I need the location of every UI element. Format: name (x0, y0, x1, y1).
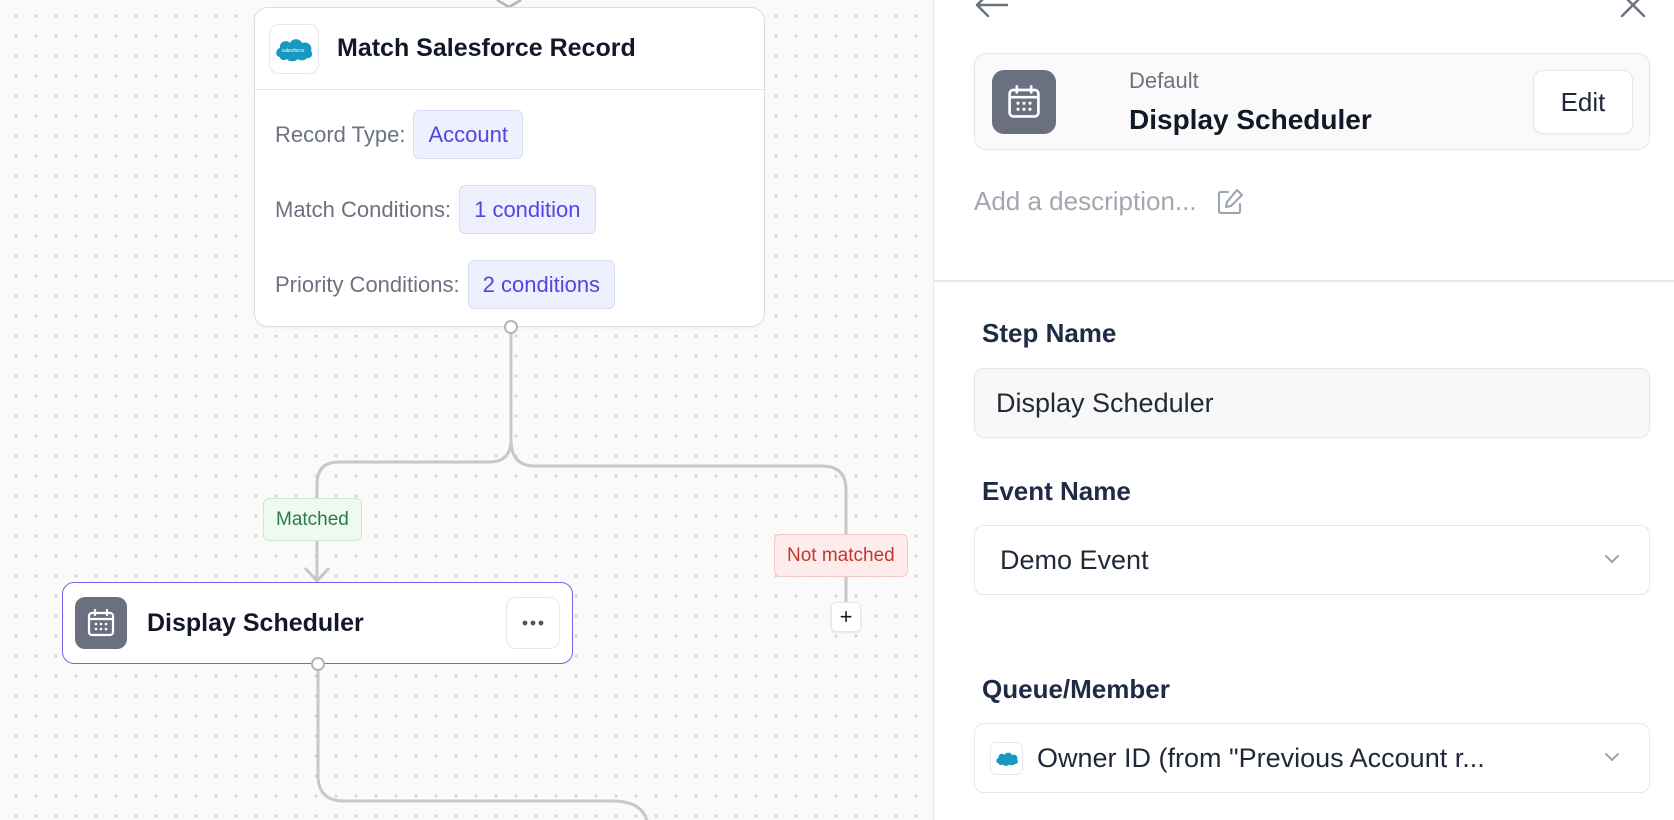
step-name-input[interactable]: Display Scheduler (974, 368, 1650, 438)
incoming-arrow (496, 0, 522, 9)
description-placeholder[interactable]: Add a description... (974, 186, 1197, 217)
step-node-title: Display Scheduler (147, 608, 364, 637)
edit-button[interactable]: Edit (1533, 70, 1633, 134)
event-name-select[interactable]: Demo Event (974, 525, 1650, 595)
match-node-output-handle[interactable] (504, 320, 518, 334)
matched-branch-label: Matched (263, 498, 362, 541)
priority-conditions-row: Priority Conditions: 2 conditions (275, 260, 744, 309)
match-salesforce-record-node[interactable]: salesforce Match Salesforce Record Recor… (254, 7, 765, 327)
panel-divider (934, 280, 1674, 282)
svg-text:salesforce: salesforce (282, 48, 305, 54)
pencil-square-icon[interactable] (1215, 187, 1245, 217)
record-type-row: Record Type: Account (275, 110, 744, 159)
workflow-canvas[interactable]: salesforce Match Salesforce Record Recor… (0, 0, 933, 820)
step-node-output-handle[interactable] (311, 657, 325, 671)
more-horizontal-icon (522, 620, 544, 626)
step-settings-panel: Default Display Scheduler Edit Add a des… (933, 0, 1674, 820)
close-icon[interactable] (1618, 0, 1648, 20)
not-matched-branch-label: Not matched (774, 534, 908, 577)
priority-conditions-label: Priority Conditions: (275, 271, 460, 297)
calendar-icon (992, 70, 1056, 134)
node-body: Record Type: Account Match Conditions: 1… (255, 90, 764, 309)
match-conditions-chip[interactable]: 1 condition (459, 185, 596, 234)
arrow-left-icon[interactable] (974, 0, 1010, 20)
record-type-chip[interactable]: Account (413, 110, 523, 159)
step-header-title: Display Scheduler (1129, 104, 1372, 135)
not-matched-connector (509, 439, 848, 603)
queue-member-value: Owner ID (from "Previous Account r... (1037, 742, 1485, 773)
node-title: Match Salesforce Record (337, 34, 636, 62)
step-name-label: Step Name (982, 318, 1117, 348)
queue-member-label: Queue/Member (982, 674, 1170, 704)
node-header: salesforce Match Salesforce Record (255, 8, 764, 90)
record-type-label: Record Type: (275, 121, 406, 147)
priority-conditions-chip[interactable]: 2 conditions (467, 260, 616, 309)
salesforce-logo-icon: salesforce (269, 23, 319, 74)
match-conditions-label: Match Conditions: (275, 196, 452, 222)
step-header-card: Default Display Scheduler Edit (974, 53, 1650, 150)
more-options-button[interactable] (506, 597, 560, 649)
display-scheduler-node[interactable]: Display Scheduler (62, 582, 573, 664)
chevron-down-icon (1605, 753, 1619, 761)
matched-connector (315, 330, 513, 580)
chevron-down-icon (1605, 555, 1619, 563)
salesforce-logo-icon (990, 741, 1023, 775)
calendar-icon (75, 597, 127, 649)
step-type-subtitle: Default (1129, 68, 1199, 93)
downstream-connector (316, 664, 649, 820)
description-field[interactable]: Add a description... (974, 186, 1245, 217)
event-name-label: Event Name (982, 476, 1131, 506)
queue-member-select[interactable]: Owner ID (from "Previous Account r... (974, 723, 1650, 793)
event-name-value: Demo Event (1000, 544, 1149, 575)
add-step-button[interactable]: + (831, 602, 861, 632)
match-conditions-row: Match Conditions: 1 condition (275, 185, 744, 234)
